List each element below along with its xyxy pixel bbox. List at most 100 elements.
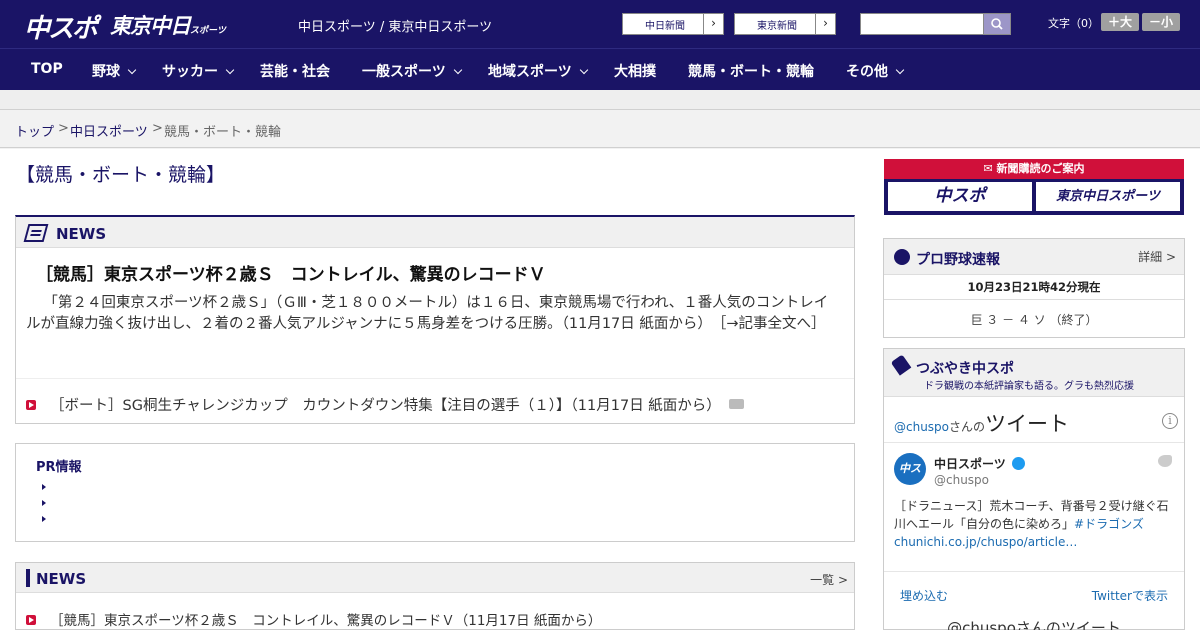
nav-item-label: TOP xyxy=(31,61,63,77)
chevron-down-icon xyxy=(453,65,462,75)
search-button[interactable] xyxy=(983,13,1011,35)
chevron-down-icon xyxy=(579,65,588,75)
news-box: NEWS ［競馬］東京スポーツ杯２歳Ｓ コントレイル、驚異のレコードＶ 「第２４… xyxy=(15,215,855,424)
font-size-label: 文字（0） xyxy=(1048,17,1099,30)
font-larger-button[interactable]: ＋大 xyxy=(1101,13,1139,31)
baseball-score[interactable]: 巨 ３ － ４ ソ （終了） xyxy=(884,311,1184,328)
verified-icon xyxy=(1011,457,1025,470)
triangle-bullet-icon xyxy=(42,500,46,506)
tokyo-chunichi-logo[interactable]: 東京中日スポーツ xyxy=(110,10,226,40)
subscription-banner[interactable]: ✉ 新聞購読のご案内 中スポ 東京中日スポーツ xyxy=(884,159,1184,215)
news-lead[interactable]: 「第２４回東京スポーツ杯２歳Ｓ」（ＧⅢ・芝１８００メートル）は１６日、東京競馬場… xyxy=(26,293,842,335)
chevron-down-icon xyxy=(895,65,905,75)
divider xyxy=(884,571,1184,572)
tweet-author-name-text: 中日スポーツ xyxy=(934,457,1006,471)
tweet-author-name[interactable]: 中日スポーツ xyxy=(934,455,1025,472)
breadcrumb-separator: > xyxy=(152,121,163,136)
nav-item-top[interactable]: TOP xyxy=(31,61,63,77)
nav-item-racing[interactable]: 競馬・ボート・競輪 xyxy=(688,61,814,81)
chuspo-logo[interactable]: 中スポ xyxy=(24,8,98,45)
search-icon xyxy=(991,18,1003,30)
timeline-handle-suffix: さんの xyxy=(949,420,986,434)
news-list-label: NEWS xyxy=(36,570,87,588)
pr-title: PR情報 xyxy=(36,460,82,475)
news-headline[interactable]: ［競馬］東京スポーツ杯２歳Ｓ コントレイル、驚異のレコードＶ xyxy=(36,260,546,285)
timeline-handle[interactable]: @chuspo xyxy=(894,420,949,434)
chunichi-shimbun-label: 中日新聞 xyxy=(645,21,685,32)
font-smaller-button[interactable]: －小 xyxy=(1142,13,1180,31)
twitter-title: つぶやき中スポ xyxy=(916,361,1014,377)
pr-box: PR情報 xyxy=(15,443,855,542)
avatar[interactable]: 中スポ xyxy=(894,453,926,507)
news-sub-item[interactable]: ［ボート］SG桐生チャレンジカップ カウントダウン特集【注目の選手（１）】（11… xyxy=(26,394,744,415)
timeline-title: ツイート xyxy=(985,412,1070,436)
tokyo-shimbun-button[interactable]: 東京新聞 › xyxy=(734,13,836,35)
baseball-detail-link[interactable]: 詳細 > xyxy=(1138,248,1176,265)
nav-item-baseball[interactable]: 野球 xyxy=(92,61,137,81)
breadcrumb-current: 競馬・ボート・競輪 xyxy=(164,125,282,140)
page-title: 【競馬・ボート・競輪】 xyxy=(16,164,226,186)
video-mark-icon xyxy=(26,615,36,625)
baseball-icon xyxy=(894,249,910,265)
search-input[interactable] xyxy=(860,13,984,35)
video-mark-icon xyxy=(26,400,36,410)
subscription-title: ✉ 新聞購読のご案内 xyxy=(884,159,1184,179)
list-item[interactable]: ［競馬］東京スポーツ杯２歳Ｓ コントレイル、驚異のレコードＶ（11月17日 紙面… xyxy=(26,609,601,629)
chunichi-shimbun-button[interactable]: 中日新聞 › xyxy=(622,13,724,35)
timeline-footer[interactable]: @chuspoさんのツイート xyxy=(884,617,1184,630)
baseball-timestamp: 10月23日21時42分現在 xyxy=(967,280,1101,294)
tokyo-logo-text: 東京中日 xyxy=(110,14,191,38)
nav-item-label: その他 xyxy=(846,64,888,80)
newspaper-icon: ✉ xyxy=(983,162,997,175)
breadcrumb-section[interactable]: 中日スポーツ xyxy=(70,121,148,140)
divider xyxy=(884,442,1184,443)
chevron-right-icon: › xyxy=(703,14,723,34)
news-label: NEWS xyxy=(56,225,107,243)
nav-item-label: 芸能・社会 xyxy=(260,64,330,80)
baseball-header: プロ野球速報 詳細 > xyxy=(884,239,1184,275)
nav-item-label: 地域スポーツ xyxy=(488,64,572,80)
breadcrumb-separator: > xyxy=(58,121,69,136)
site-title[interactable]: 中日スポーツ / 東京中日スポーツ xyxy=(298,16,492,35)
accent-bar xyxy=(26,569,30,587)
twitter-bird-icon[interactable] xyxy=(1158,455,1172,467)
nav-item-general-sports[interactable]: 一般スポーツ xyxy=(362,61,462,81)
twitter-subtitle: ドラ観戦の本紙評論家も語る。グラも熱烈応援 xyxy=(924,381,1134,392)
nav-item-soccer[interactable]: サッカー xyxy=(162,61,235,81)
triangle-bullet-icon xyxy=(42,516,46,522)
tweet-hashtag[interactable]: #ドラゴンズ xyxy=(1074,517,1144,531)
timeline-heading: @chuspoさんのツイート xyxy=(894,408,1069,438)
news-list-header: NEWS 一覧 > xyxy=(16,563,854,593)
triangle-bullet-icon xyxy=(42,484,46,490)
news-list-more-link[interactable]: 一覧 > xyxy=(810,571,848,588)
view-on-twitter-link[interactable]: Twitterで表示 xyxy=(1092,587,1168,604)
megaphone-icon xyxy=(890,354,912,376)
embed-link[interactable]: 埋め込む xyxy=(900,587,948,604)
nav-item-other[interactable]: その他 xyxy=(846,61,905,81)
tokyo-logo-small: スポーツ xyxy=(190,26,226,36)
baseball-scores-box: プロ野球速報 詳細 > 10月23日21時42分現在 巨 ３ － ４ ソ （終了… xyxy=(883,238,1185,338)
tweet-author-handle[interactable]: @chuspo xyxy=(934,473,989,487)
main-nav: TOP 野球 サッカー 芸能・社会 一般スポーツ 地域スポーツ 大相撲 競馬・ボ… xyxy=(0,48,1200,90)
breadcrumb-top[interactable]: トップ xyxy=(15,121,54,140)
chevron-down-icon xyxy=(225,65,235,75)
subscribe-tokyo-button[interactable]: 東京中日スポーツ xyxy=(1036,182,1180,211)
header-bar: 中スポ 東京中日スポーツ 中日スポーツ / 東京中日スポーツ 中日新聞 › 東京… xyxy=(0,0,1200,48)
chevron-right-icon: › xyxy=(815,14,835,34)
breadcrumb: トップ > 中日スポーツ > 競馬・ボート・競輪 xyxy=(0,110,1200,148)
nav-item-local-sports[interactable]: 地域スポーツ xyxy=(488,61,588,81)
camera-icon xyxy=(728,399,744,409)
tokyo-shimbun-label: 東京新聞 xyxy=(757,21,797,32)
tweet-text: ［ドラニュース］荒木コーチ、背番号２受け継ぐ石川へエール「自分の色に染めろ」#ド… xyxy=(894,497,1176,551)
nav-item-sumo[interactable]: 大相撲 xyxy=(614,61,656,81)
nav-item-entertainment[interactable]: 芸能・社会 xyxy=(260,61,330,81)
tweet-link[interactable]: chunichi.co.jp/chuspo/article… xyxy=(894,535,1077,549)
sub-bar xyxy=(0,90,1200,110)
news-list-box: NEWS 一覧 > ［競馬］東京スポーツ杯２歳Ｓ コントレイル、驚異のレコードＶ… xyxy=(15,562,855,630)
divider xyxy=(16,378,854,379)
nav-item-label: 競馬・ボート・競輪 xyxy=(688,64,814,80)
divider xyxy=(884,299,1184,300)
info-icon[interactable]: i xyxy=(1162,413,1178,429)
subscription-title-text: 新聞購読のご案内 xyxy=(996,162,1085,175)
subscribe-chuspo-button[interactable]: 中スポ xyxy=(888,182,1032,211)
